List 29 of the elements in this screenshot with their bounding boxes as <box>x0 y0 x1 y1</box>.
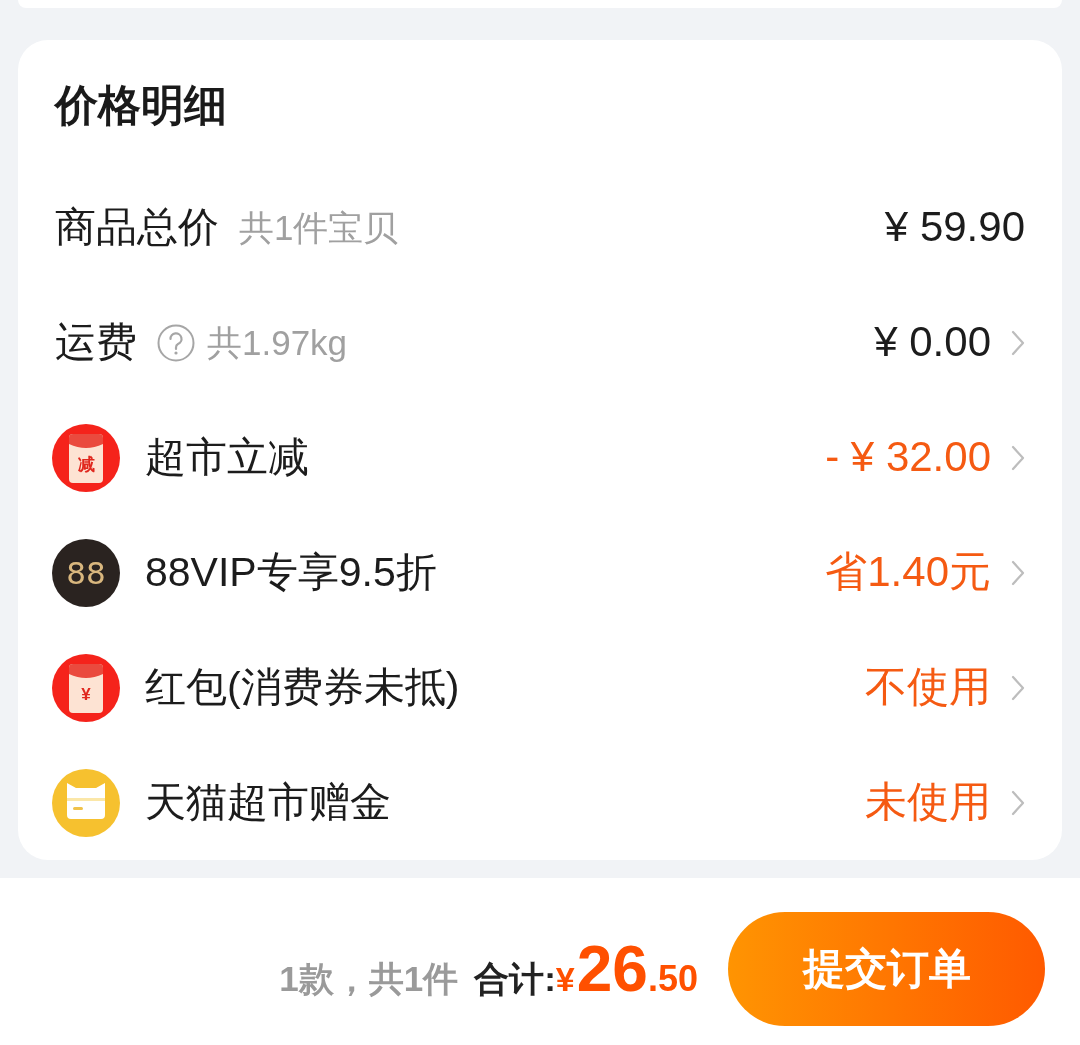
help-icon[interactable] <box>157 323 195 362</box>
discount-value: - ¥ 32.00 <box>825 432 991 483</box>
cat-card-icon <box>52 768 120 837</box>
price-value: ¥ 0.00 <box>874 317 991 368</box>
row-label: 商品总价 <box>55 202 219 252</box>
section-title: 价格明细 <box>55 80 227 130</box>
discount-value: 省1.40元 <box>825 547 991 598</box>
discount-value: 不使用 <box>865 662 991 713</box>
row-label: 超市立减 <box>145 432 309 482</box>
row-note: 共1件宝贝 <box>239 206 399 249</box>
chevron-right-icon[interactable] <box>1011 674 1025 701</box>
envelope-icon: ¥ <box>52 653 120 722</box>
chevron-right-icon[interactable] <box>1011 789 1025 816</box>
discount-value: 未使用 <box>865 777 991 828</box>
total-label: 合计: <box>474 958 556 1000</box>
vip-badge-icon: 88 <box>52 538 120 607</box>
chevron-right-icon[interactable] <box>1011 444 1025 471</box>
chevron-right-icon[interactable] <box>1011 329 1025 356</box>
price-value: ¥ 59.90 <box>884 202 1025 253</box>
row-label: 88VIP专享9.5折 <box>145 547 437 597</box>
item-count: 1款，共1件 <box>279 958 459 1000</box>
row-label: 红包(消费券未抵) <box>145 662 460 712</box>
row-label: 天猫超市赠金 <box>145 777 391 827</box>
envelope-icon: 减 <box>52 423 120 492</box>
total-amount: ¥26.50 <box>555 932 698 1006</box>
row-label: 运费 <box>55 317 137 367</box>
row-note: 共1.97kg <box>207 321 348 364</box>
submit-order-button[interactable]: 提交订单 <box>728 912 1045 1026</box>
chevron-right-icon[interactable] <box>1011 559 1025 586</box>
